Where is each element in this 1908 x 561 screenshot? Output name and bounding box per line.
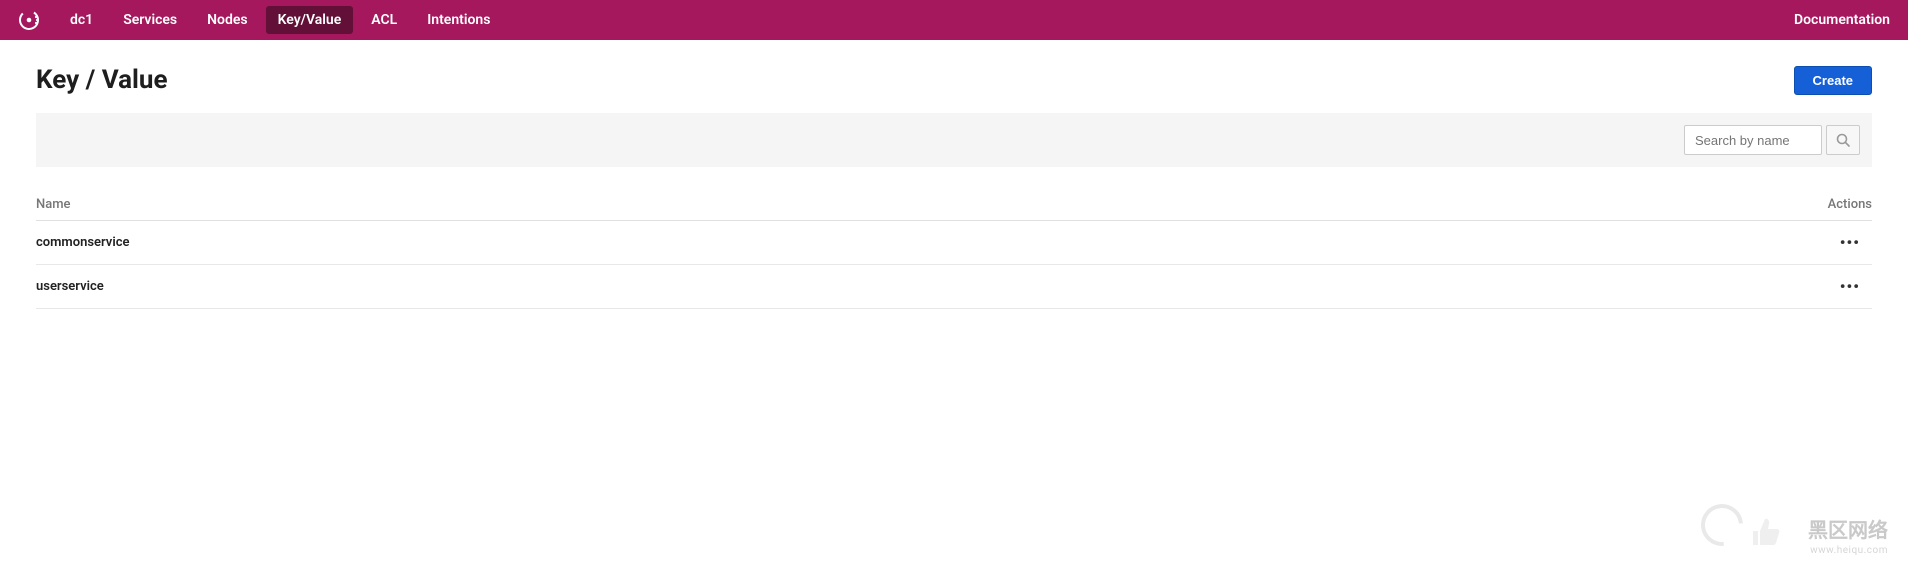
page-title: Key / Value: [36, 65, 168, 95]
topbar-left: dc1 Services Nodes Key/Value ACL Intenti…: [18, 6, 502, 34]
search-icon: [1836, 133, 1850, 147]
search-input[interactable]: [1684, 125, 1822, 155]
table-header: Name Actions: [36, 197, 1872, 221]
search-bar: [36, 113, 1872, 167]
create-button[interactable]: Create: [1794, 66, 1872, 95]
content: Key / Value Create Name Actions commonse…: [0, 40, 1908, 309]
column-name: Name: [36, 197, 71, 212]
search-button[interactable]: [1826, 125, 1860, 155]
watermark-url: www.heiqu.com: [1810, 545, 1888, 556]
watermark-copyright-icon: [1692, 495, 1751, 554]
nav-intentions[interactable]: Intentions: [415, 6, 502, 34]
row-name: userservice: [36, 279, 104, 294]
nav-datacenter[interactable]: dc1: [58, 6, 105, 34]
topbar: dc1 Services Nodes Key/Value ACL Intenti…: [0, 0, 1908, 40]
nav-documentation[interactable]: Documentation: [1794, 12, 1890, 28]
watermark-text: 黑区网络: [1808, 514, 1888, 543]
table-row[interactable]: commonservice •••: [36, 221, 1872, 265]
table-row[interactable]: userservice •••: [36, 265, 1872, 309]
nav-key-value[interactable]: Key/Value: [266, 6, 354, 34]
nav-acl[interactable]: ACL: [359, 6, 409, 34]
consul-logo-icon[interactable]: [18, 9, 40, 31]
watermark-thumbs-icon: [1747, 513, 1783, 549]
header-row: Key / Value Create: [36, 65, 1872, 95]
row-actions-icon[interactable]: •••: [1840, 277, 1872, 296]
search-wrap: [1684, 125, 1860, 155]
nav-nodes[interactable]: Nodes: [195, 6, 259, 34]
column-actions: Actions: [1828, 197, 1872, 212]
row-actions-icon[interactable]: •••: [1840, 233, 1872, 252]
nav-services[interactable]: Services: [111, 6, 189, 34]
row-name: commonservice: [36, 235, 129, 250]
